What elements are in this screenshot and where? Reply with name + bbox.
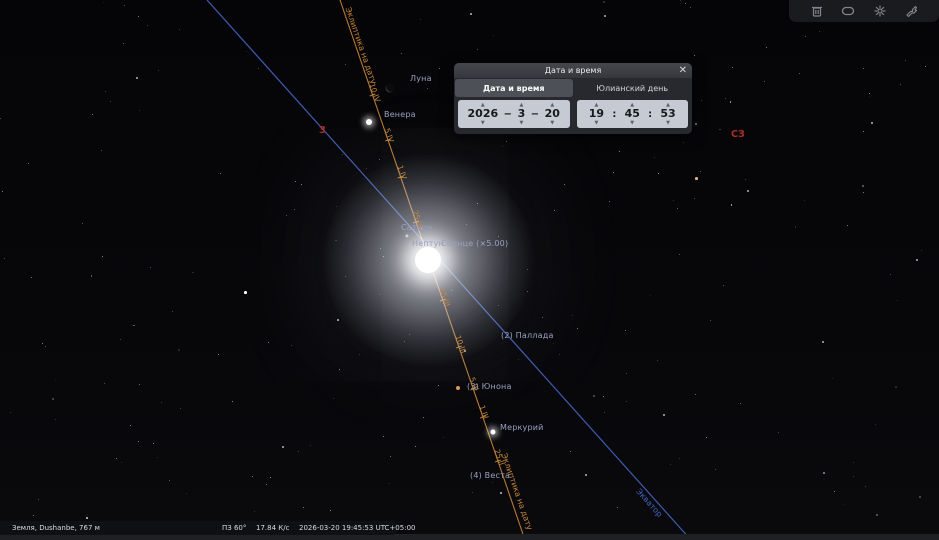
sun-label[interactable]: Солнце (×5.00) bbox=[441, 239, 508, 248]
spinner-row: ▲2026▼−▲3▼−▲20▼ ▲19▼:▲45▼:▲53▼ bbox=[454, 97, 692, 134]
screen-icon[interactable] bbox=[841, 4, 855, 18]
second-down-arrow[interactable]: ▼ bbox=[666, 120, 670, 126]
year-value[interactable]: 2026 bbox=[468, 108, 499, 120]
sky-view[interactable]: Эклиптика на датуЭклиптика на датуЭквато… bbox=[0, 0, 939, 540]
year-spinner: ▲2026▼ bbox=[468, 102, 499, 126]
dialog-titlebar[interactable]: Дата и время ✕ bbox=[454, 63, 692, 78]
separator: : bbox=[612, 109, 616, 120]
day-down-arrow[interactable]: ▼ bbox=[550, 120, 554, 126]
status-fps: 17.84 К/с bbox=[256, 524, 289, 532]
close-icon[interactable]: ✕ bbox=[679, 64, 687, 77]
mercury-marker[interactable] bbox=[491, 430, 496, 435]
tab-date-time[interactable]: Дата и время bbox=[455, 79, 573, 97]
venus-label[interactable]: Венера bbox=[384, 110, 416, 119]
cardinal-west: З bbox=[319, 125, 326, 136]
hour-value[interactable]: 19 bbox=[589, 108, 604, 120]
minute-down-arrow[interactable]: ▼ bbox=[630, 120, 634, 126]
dialog-title: Дата и время bbox=[545, 66, 602, 75]
status-fov: ПЗ 60° bbox=[222, 524, 246, 532]
juno-star-marker[interactable] bbox=[456, 386, 460, 390]
saturn-label[interactable]: Сатурн bbox=[401, 223, 432, 232]
venus-marker[interactable] bbox=[366, 119, 372, 125]
vesta-label[interactable]: (4) Веста bbox=[470, 471, 510, 480]
hour-down-arrow[interactable]: ▼ bbox=[594, 120, 598, 126]
dialog-tabs: Дата и время Юлианский день bbox=[454, 78, 692, 97]
month-down-arrow[interactable]: ▼ bbox=[519, 120, 523, 126]
second-spinner: ▲53▼ bbox=[660, 102, 675, 126]
mercury-label[interactable]: Меркурий bbox=[500, 423, 544, 432]
trash-icon[interactable] bbox=[810, 4, 824, 18]
month-value[interactable]: 3 bbox=[518, 108, 526, 120]
status-bar[interactable]: Земля, Dushanbe, 767 м ПЗ 60° 17.84 К/с … bbox=[0, 521, 398, 535]
tab-julian-day[interactable]: Юлианский день bbox=[574, 79, 692, 97]
year-down-arrow[interactable]: ▼ bbox=[481, 120, 485, 126]
separator: − bbox=[504, 109, 512, 120]
minute-spinner: ▲45▼ bbox=[625, 102, 640, 126]
pallas-label[interactable]: (2) Паллада bbox=[501, 331, 554, 340]
day-spinner: ▲20▼ bbox=[545, 102, 560, 126]
second-value[interactable]: 53 bbox=[660, 108, 675, 120]
sun-marker[interactable] bbox=[415, 247, 441, 273]
neptune-label[interactable]: Нептун bbox=[412, 239, 444, 248]
juno-label[interactable]: (3) Юнона bbox=[467, 382, 512, 391]
day-value[interactable]: 20 bbox=[545, 108, 560, 120]
status-datetime: 2026-03-20 19:45:53 UTC+05:00 bbox=[299, 524, 415, 532]
top-toolbar bbox=[789, 0, 939, 22]
month-spinner: ▲3▼ bbox=[518, 102, 526, 126]
date-time-dialog[interactable]: Дата и время ✕ Дата и время Юлианский де… bbox=[454, 63, 692, 134]
separator: : bbox=[648, 109, 652, 120]
status-location: Земля, Dushanbe, 767 м bbox=[12, 524, 100, 532]
time-spinner-group: ▲19▼: ▲45▼: ▲53▼ bbox=[577, 100, 689, 128]
date-spinner-group: ▲2026▼−▲3▼−▲20▼ bbox=[458, 100, 570, 128]
moon-marker[interactable] bbox=[386, 84, 395, 93]
wrench-icon[interactable] bbox=[904, 4, 918, 18]
moon-label[interactable]: Луна bbox=[410, 74, 432, 83]
gear-icon[interactable] bbox=[873, 4, 887, 18]
minute-value[interactable]: 45 bbox=[625, 108, 640, 120]
hour-spinner: ▲19▼ bbox=[589, 102, 604, 126]
cardinal-northwest: СЗ bbox=[731, 129, 745, 140]
separator: − bbox=[531, 109, 539, 120]
